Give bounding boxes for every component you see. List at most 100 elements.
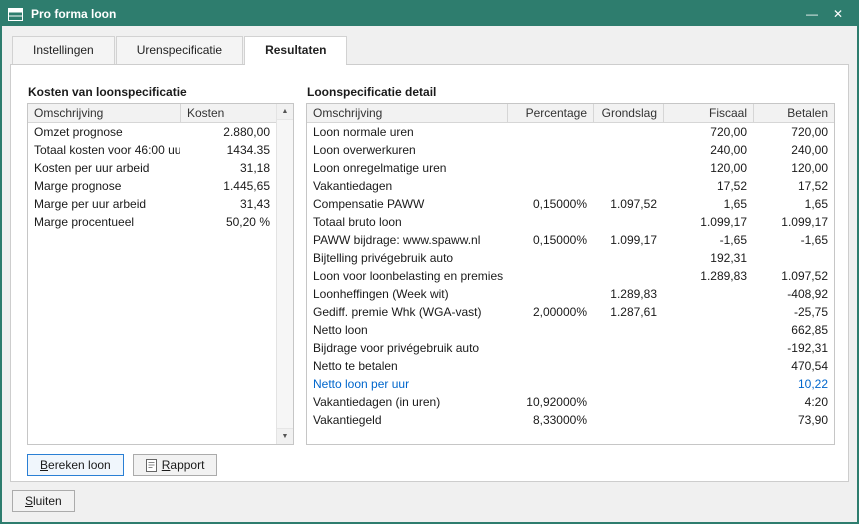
row-cell: Totaal kosten voor 46:00 uur [28,141,180,159]
row-cell [663,375,753,393]
row-cell: PAWW bijdrage: www.spaww.nl [307,231,507,249]
row-cell [507,159,593,177]
scroll-up-icon[interactable]: ▲ [277,104,293,120]
row-cell: 10,92000% [507,393,593,411]
row-cell: Netto loon [307,321,507,339]
table-row[interactable]: Marge prognose1.445,65 [28,177,293,195]
row-cell: Compensatie PAWW [307,195,507,213]
column-header-betalen[interactable]: Betalen [753,104,834,122]
row-cell [507,141,593,159]
left-panel-title: Kosten van loonspecificatie [28,85,187,99]
table-row[interactable]: Netto loon 662,85 [307,321,834,339]
row-cell: 720,00 [753,123,834,141]
scroll-down-icon[interactable]: ▼ [277,428,293,444]
row-cell [663,285,753,303]
tab-instellingen[interactable]: Instellingen [12,36,115,64]
row-cell [507,375,593,393]
rapport-label: Rapport [162,458,205,472]
row-cell [593,177,663,195]
row-cell: 240,00 [663,141,753,159]
table-row[interactable]: Loon overwerkuren240,00240,00 [307,141,834,159]
row-cell: -25,75 [753,303,834,321]
row-cell: Bijdrage voor privégebruik auto [307,339,507,357]
column-header-omschrijving[interactable]: Omschrijving [28,104,180,122]
tab-page-resultaten: Kosten van loonspecificatie Loonspecific… [10,64,849,482]
row-cell: 1.445,65 [180,177,276,195]
table-row[interactable]: Totaal kosten voor 46:00 uur1434.35 [28,141,293,159]
row-cell: Gediff. premie Whk (WGA-vast) [307,303,507,321]
table-row[interactable]: Vakantiedagen (in uren)10,92000%4:20 [307,393,834,411]
detail-table-body: Loon normale uren720,00720,00Loon overwe… [307,123,834,429]
sluiten-label: Sluiten [25,494,62,508]
row-cell [663,303,753,321]
vertical-scrollbar[interactable]: ▲ ▼ [276,104,293,444]
tab-resultaten[interactable]: Resultaten [244,36,347,64]
scrollbar-track[interactable] [277,120,293,428]
row-cell [593,213,663,231]
costs-table-body: Omzet prognose2.880,00Totaal kosten voor… [28,123,293,231]
column-header-fiscaal[interactable]: Fiscaal [663,104,753,122]
bereken-loon-label: Bereken loon [40,458,111,472]
close-button[interactable]: ✕ [825,7,851,21]
table-row[interactable]: Bijdrage voor privégebruik auto-192,31 [307,339,834,357]
row-cell: 120,00 [753,159,834,177]
row-cell [507,213,593,231]
row-cell [507,123,593,141]
row-cell [593,339,663,357]
row-cell [593,321,663,339]
row-cell: Kosten per uur arbeid [28,159,180,177]
table-row[interactable]: Gediff. premie Whk (WGA-vast)2,00000%1.2… [307,303,834,321]
row-cell: 0,15000% [507,195,593,213]
row-cell: 720,00 [663,123,753,141]
column-header-omschrijving[interactable]: Omschrijving [307,104,507,122]
row-cell: Netto te betalen [307,357,507,375]
row-cell [593,393,663,411]
row-cell: 8,33000% [507,411,593,429]
table-row[interactable]: Bijtelling privégebruik auto192,31 [307,249,834,267]
table-row[interactable]: Omzet prognose2.880,00 [28,123,293,141]
table-row[interactable]: Netto te betalen 470,54 [307,357,834,375]
row-cell [663,411,753,429]
bereken-loon-button[interactable]: Bereken loon [27,454,124,476]
column-header-grondslag[interactable]: Grondslag [593,104,663,122]
table-row[interactable]: Loon normale uren720,00720,00 [307,123,834,141]
table-row[interactable]: Totaal bruto loon1.099,171.099,17 [307,213,834,231]
row-cell: 17,52 [753,177,834,195]
table-row[interactable]: Marge per uur arbeid31,43 [28,195,293,213]
actions-row: Bereken loon Rapport [27,454,217,476]
table-row[interactable]: Vakantiedagen17,5217,52 [307,177,834,195]
row-cell: Loon onregelmatige uren [307,159,507,177]
row-cell: 1.097,52 [753,267,834,285]
column-header-percentage[interactable]: Percentage [507,104,593,122]
table-row[interactable]: Kosten per uur arbeid31,18 [28,159,293,177]
row-cell: 2.880,00 [180,123,276,141]
row-cell: 662,85 [753,321,834,339]
minimize-button[interactable]: — [799,7,825,21]
rapport-button[interactable]: Rapport [133,454,218,476]
table-row[interactable]: Loonheffingen (Week wit)1.289,83-408,92 [307,285,834,303]
row-cell: Vakantiedagen (in uren) [307,393,507,411]
table-row[interactable]: Compensatie PAWW0,15000%1.097,521,651,65 [307,195,834,213]
row-cell: 17,52 [663,177,753,195]
row-cell [593,375,663,393]
table-row[interactable]: Marge procentueel50,20 % [28,213,293,231]
row-cell [663,393,753,411]
table-row[interactable]: PAWW bijdrage: www.spaww.nl0,15000%1.099… [307,231,834,249]
table-row[interactable]: Vakantiegeld8,33000%73,90 [307,411,834,429]
costs-table: Omschrijving Kosten Omzet prognose2.880,… [27,103,294,445]
row-cell [593,411,663,429]
tab-urenspecificatie[interactable]: Urenspecificatie [116,36,243,64]
row-cell: 31,43 [180,195,276,213]
table-row[interactable]: Netto loon per uur10,22 [307,375,834,393]
row-cell: Loon voor loonbelasting en premies [307,267,507,285]
row-cell [507,357,593,375]
row-cell: 2,00000% [507,303,593,321]
row-cell: Marge procentueel [28,213,180,231]
row-cell [507,339,593,357]
row-cell [753,249,834,267]
column-header-kosten[interactable]: Kosten [180,104,276,122]
table-row[interactable]: Loon onregelmatige uren120,00120,00 [307,159,834,177]
sluiten-button[interactable]: Sluiten [12,490,75,512]
table-row[interactable]: Loon voor loonbelasting en premies1.289,… [307,267,834,285]
row-cell: 470,54 [753,357,834,375]
